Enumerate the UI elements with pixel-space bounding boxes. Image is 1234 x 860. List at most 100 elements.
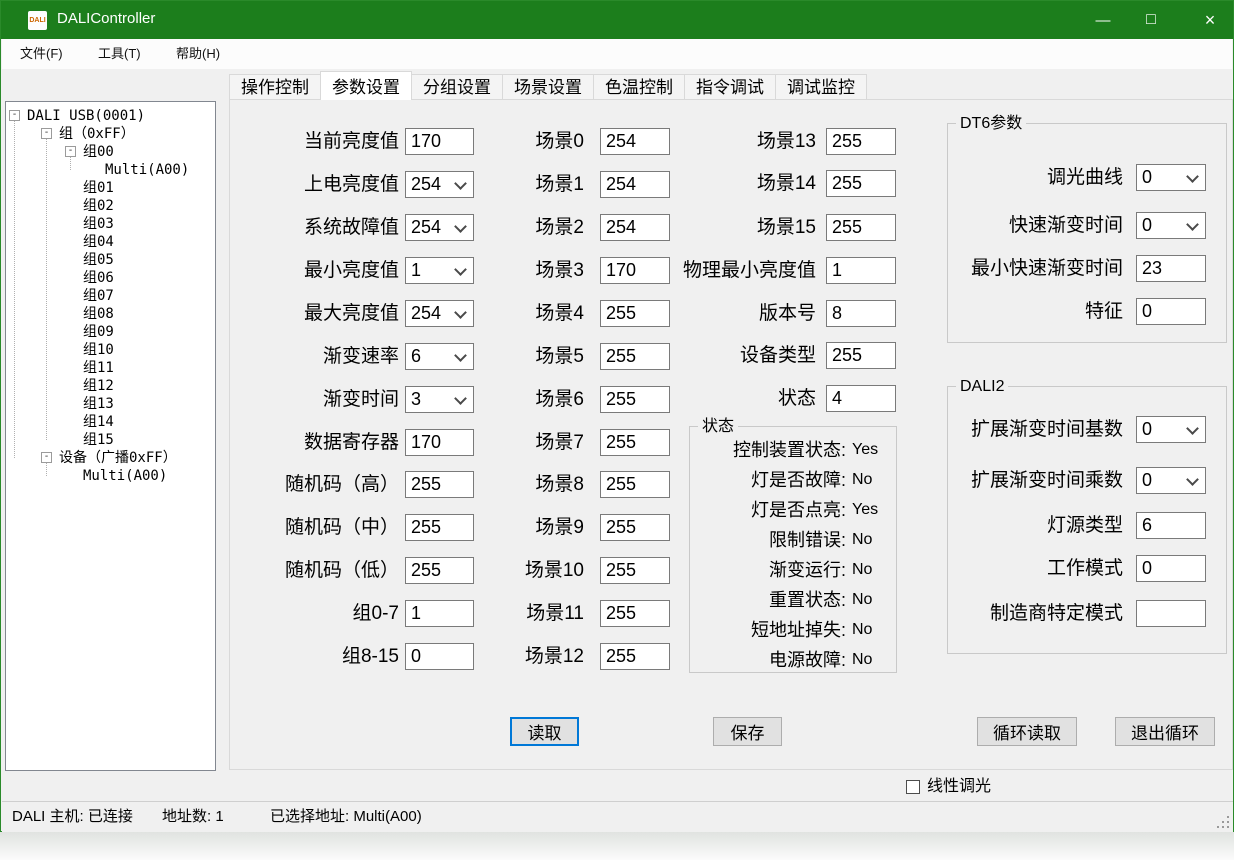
tab-strip: 操作控制参数设置分组设置场景设置色温控制指令调试调试监控: [229, 71, 866, 99]
title-bar: DALI DALIController — □ ×: [1, 1, 1233, 39]
tree-item-7[interactable]: 组04: [83, 233, 114, 251]
scene-label-11: 场景11: [384, 600, 584, 627]
status-row-label-4: 渐变运行:: [596, 558, 846, 582]
info-label-2: 场景15: [486, 214, 816, 241]
param-label-7: 数据寄存器: [199, 429, 399, 456]
status-row-value-6: No: [852, 618, 872, 642]
tree-item-18[interactable]: 组15: [83, 431, 114, 449]
dt6-input-3[interactable]: [1136, 298, 1206, 325]
dali2-input-2[interactable]: [1136, 512, 1206, 539]
tab-6[interactable]: 调试监控: [775, 74, 867, 99]
close-button[interactable]: ×: [1187, 1, 1233, 39]
tree-item-11[interactable]: 组08: [83, 305, 114, 323]
status-address-count: 地址数: 1: [162, 807, 224, 827]
tree-item-19[interactable]: 设备（广播0xFF）: [59, 449, 177, 467]
dt6-label-3: 特征: [793, 298, 1123, 325]
save-button[interactable]: 保存: [713, 717, 782, 746]
tree-collapse-icon[interactable]: -: [9, 110, 20, 121]
tab-1[interactable]: 参数设置: [320, 71, 412, 100]
status-row-label-2: 灯是否点亮:: [596, 498, 846, 522]
tree-item-6[interactable]: 组03: [83, 215, 114, 233]
tree-item-12[interactable]: 组09: [83, 323, 114, 341]
status-row-value-0: Yes: [852, 438, 878, 462]
status-row-label-3: 限制错误:: [596, 528, 846, 552]
tab-3[interactable]: 场景设置: [502, 74, 594, 99]
tree-item-20[interactable]: Multi(A00): [83, 467, 167, 485]
linear-dim-checkbox-label: 线性调光: [927, 777, 991, 797]
status-bar: DALI 主机: 已连接 地址数: 1 已选择地址: Multi(A00): [2, 801, 1233, 832]
param-label-6: 渐变时间: [199, 386, 399, 413]
tree-guide: [70, 157, 71, 170]
tree-item-10[interactable]: 组07: [83, 287, 114, 305]
resize-grip[interactable]: [1217, 816, 1230, 829]
chevron-down-icon: [1186, 422, 1199, 435]
dt6-label-0: 调光曲线: [793, 164, 1123, 191]
minimize-button[interactable]: —: [1080, 1, 1126, 39]
tree-guide: [46, 139, 47, 440]
tree-item-14[interactable]: 组11: [83, 359, 114, 377]
tree-item-5[interactable]: 组02: [83, 197, 114, 215]
info-label-0: 场景13: [486, 128, 816, 155]
tree-item-17[interactable]: 组14: [83, 413, 114, 431]
status-row-value-7: No: [852, 648, 872, 672]
app-icon[interactable]: DALI: [28, 11, 47, 30]
status-groupbox-title: 状态: [698, 417, 738, 437]
tree-collapse-icon[interactable]: -: [41, 128, 52, 139]
dali2-combo-value-0: 0: [1142, 417, 1152, 442]
status-row-label-6: 短地址掉失:: [596, 618, 846, 642]
loop-read-button[interactable]: 循环读取: [977, 717, 1077, 746]
menu-tools[interactable]: 工具(T): [90, 39, 149, 69]
tree-item-4[interactable]: 组01: [83, 179, 114, 197]
dali2-groupbox-title: DALI2: [956, 377, 1008, 397]
app-window: DALI DALIController — □ × 文件(F) 工具(T) 帮助…: [0, 0, 1234, 832]
tab-0[interactable]: 操作控制: [229, 74, 321, 99]
param-label-4: 最大亮度值: [199, 300, 399, 327]
tree-guide: [46, 463, 47, 476]
info-input-0[interactable]: [826, 128, 896, 155]
tree-item-13[interactable]: 组10: [83, 341, 114, 359]
chevron-down-icon: [1186, 473, 1199, 486]
tree-collapse-icon[interactable]: -: [65, 146, 76, 157]
tree-item-8[interactable]: 组05: [83, 251, 114, 269]
desktop-background: [0, 832, 1234, 860]
read-button[interactable]: 读取: [510, 717, 579, 746]
tree-item-1[interactable]: 组（0xFF）: [59, 125, 135, 143]
info-input-5[interactable]: [826, 342, 896, 369]
info-label-5: 设备类型: [486, 342, 816, 369]
info-label-6: 状态: [486, 385, 816, 412]
tab-4[interactable]: 色温控制: [593, 74, 685, 99]
dali2-input-3[interactable]: [1136, 555, 1206, 582]
tree-item-15[interactable]: 组12: [83, 377, 114, 395]
tree-item-9[interactable]: 组06: [83, 269, 114, 287]
tree-collapse-icon[interactable]: -: [41, 452, 52, 463]
menu-file[interactable]: 文件(F): [12, 39, 71, 69]
status-row-label-1: 灯是否故障:: [596, 468, 846, 492]
dt6-combo-1[interactable]: 0: [1136, 212, 1206, 239]
tree-item-3[interactable]: Multi(A00): [105, 161, 189, 179]
menu-bar: 文件(F) 工具(T) 帮助(H): [2, 39, 1232, 69]
info-input-6[interactable]: [826, 385, 896, 412]
tree-item-2[interactable]: 组00: [83, 143, 114, 161]
exit-loop-button[interactable]: 退出循环: [1115, 717, 1215, 746]
status-row-label-7: 电源故障:: [596, 648, 846, 672]
menu-help[interactable]: 帮助(H): [168, 39, 228, 69]
tab-5[interactable]: 指令调试: [684, 74, 776, 99]
dt6-combo-0[interactable]: 0: [1136, 164, 1206, 191]
tree-item-0[interactable]: DALI USB(0001): [27, 107, 145, 125]
tab-2[interactable]: 分组设置: [411, 74, 503, 99]
info-label-3: 物理最小亮度值: [486, 257, 816, 284]
status-row-value-5: No: [852, 588, 872, 612]
param-label-8: 随机码（高）: [199, 471, 399, 498]
dt6-input-2[interactable]: [1136, 255, 1206, 282]
dali2-combo-0[interactable]: 0: [1136, 416, 1206, 443]
status-row-value-4: No: [852, 558, 872, 582]
status-selected-address: 已选择地址: Multi(A00): [270, 807, 422, 827]
dali2-combo-1[interactable]: 0: [1136, 467, 1206, 494]
param-label-1: 上电亮度值: [199, 171, 399, 198]
param-label-2: 系统故障值: [199, 214, 399, 241]
linear-dim-checkbox[interactable]: [906, 780, 920, 794]
scene-label-7: 场景7: [384, 429, 584, 456]
maximize-button[interactable]: □: [1128, 1, 1174, 39]
dali2-input-4[interactable]: [1136, 600, 1206, 627]
tree-item-16[interactable]: 组13: [83, 395, 114, 413]
